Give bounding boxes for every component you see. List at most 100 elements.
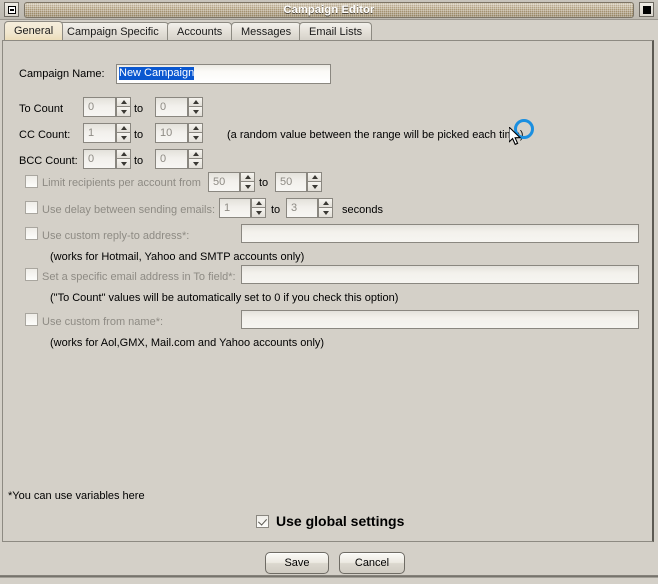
bcc-count-to-increment[interactable] [188,149,203,159]
to-count-from-arrows[interactable] [116,97,131,117]
arrow-down-icon [120,161,127,166]
bcc-count-from-increment[interactable] [116,149,131,159]
custom-reply-to-note: (works for Hotmail, Yahoo and SMTP accou… [50,251,305,263]
cc-count-from-value[interactable]: 1 [83,123,116,143]
arrow-up-icon [120,100,127,104]
close-icon [642,5,651,14]
title-bar: Campaign Editor [0,0,658,20]
tab-accounts[interactable]: Accounts [167,22,233,40]
arrow-down-icon [311,184,318,189]
delay-from-value[interactable]: 1 [219,198,251,218]
save-button[interactable]: Save [265,552,329,574]
delay-from-decrement[interactable] [251,208,266,218]
to-count-from-value[interactable]: 0 [83,97,116,117]
specific-to-field-input[interactable] [241,265,639,284]
cc-count-label: CC Count: [19,129,71,141]
arrow-down-icon [120,135,127,140]
arrow-down-icon [255,210,262,215]
bcc-count-from-value[interactable]: 0 [83,149,116,169]
to-count-from-spinner[interactable]: 0 [83,97,131,117]
delay-to-value[interactable]: 3 [286,198,318,218]
to-count-to-increment[interactable] [188,97,203,107]
delay-from-increment[interactable] [251,198,266,208]
cc-count-to-spinner[interactable]: 10 [155,123,203,143]
arrow-up-icon [192,126,199,130]
cc-count-to-arrows[interactable] [188,123,203,143]
to-count-range-separator: to [134,103,144,115]
random-value-note: (a random value between the range will b… [227,129,524,141]
minimize-button[interactable] [4,2,19,17]
limit-to-arrows[interactable] [307,172,322,192]
cancel-button[interactable]: Cancel [339,552,405,574]
campaign-name-label: Campaign Name: [19,68,105,80]
arrow-down-icon [244,184,251,189]
delay-to-decrement[interactable] [318,208,333,218]
tab-messages[interactable]: Messages [231,22,302,40]
tab-general[interactable]: General [4,21,64,40]
delay-to-arrows[interactable] [318,198,333,218]
campaign-name-input[interactable]: New Campaign [116,64,331,84]
use-global-settings-label: Use global settings [276,513,405,529]
limit-to-value[interactable]: 50 [275,172,307,192]
delay-from-arrows[interactable] [251,198,266,218]
limit-from-value[interactable]: 50 [208,172,240,192]
limit-from-arrows[interactable] [240,172,255,192]
arrow-down-icon [192,135,199,140]
to-count-from-decrement[interactable] [116,107,131,117]
bcc-count-from-decrement[interactable] [116,159,131,169]
bcc-count-from-spinner[interactable]: 0 [83,149,131,169]
limit-from-increment[interactable] [240,172,255,182]
to-count-from-increment[interactable] [116,97,131,107]
custom-from-name-note: (works for Aol,GMX, Mail.com and Yahoo a… [50,337,325,349]
limit-from-decrement[interactable] [240,182,255,192]
custom-reply-to-input[interactable] [241,224,639,243]
campaign-name-value: New Campaign [119,67,195,80]
arrow-down-icon [192,109,199,114]
to-count-to-spinner[interactable]: 0 [155,97,203,117]
cc-count-from-decrement[interactable] [116,133,131,143]
use-global-settings-checkbox[interactable] [256,514,269,528]
use-global-settings-row[interactable]: Use global settings [256,513,404,529]
window-title: Campaign Editor [283,4,375,16]
custom-from-name-checkbox[interactable] [25,313,38,326]
to-count-to-arrows[interactable] [188,97,203,117]
specific-to-field-checkbox[interactable] [25,268,38,281]
cc-count-from-increment[interactable] [116,123,131,133]
delay-to-spinner[interactable]: 3 [286,198,333,218]
bcc-count-to-decrement[interactable] [188,159,203,169]
custom-from-name-input[interactable] [241,310,639,329]
limit-range-separator: to [259,177,269,189]
cc-count-from-spinner[interactable]: 1 [83,123,131,143]
bcc-count-to-spinner[interactable]: 0 [155,149,203,169]
delay-to-increment[interactable] [318,198,333,208]
to-count-to-decrement[interactable] [188,107,203,117]
cc-count-to-increment[interactable] [188,123,203,133]
use-delay-checkbox[interactable] [25,201,38,214]
limit-to-decrement[interactable] [307,182,322,192]
limit-to-spinner[interactable]: 50 [275,172,322,192]
limit-from-spinner[interactable]: 50 [208,172,255,192]
tab-campaign-specific[interactable]: Campaign Specific [57,22,169,40]
delay-from-spinner[interactable]: 1 [219,198,266,218]
window-bottom-separator [0,575,658,578]
bcc-count-to-value[interactable]: 0 [155,149,188,169]
arrow-up-icon [192,100,199,104]
custom-reply-to-checkbox[interactable] [25,227,38,240]
cc-count-range-separator: to [134,129,144,141]
limit-recipients-checkbox[interactable] [25,175,38,188]
arrow-up-icon [255,201,262,205]
to-count-to-value[interactable]: 0 [155,97,188,117]
cc-count-to-decrement[interactable] [188,133,203,143]
arrow-up-icon [120,126,127,130]
limit-to-increment[interactable] [307,172,322,182]
arrow-down-icon [120,109,127,114]
close-button[interactable] [639,2,654,17]
bcc-count-from-arrows[interactable] [116,149,131,169]
tab-email-lists[interactable]: Email Lists [299,22,373,40]
cc-count-to-value[interactable]: 10 [155,123,188,143]
cc-count-from-arrows[interactable] [116,123,131,143]
title-bar-track: Campaign Editor [24,2,634,18]
arrow-down-icon [322,210,329,215]
bcc-count-to-arrows[interactable] [188,149,203,169]
to-count-label: To Count [19,103,64,115]
